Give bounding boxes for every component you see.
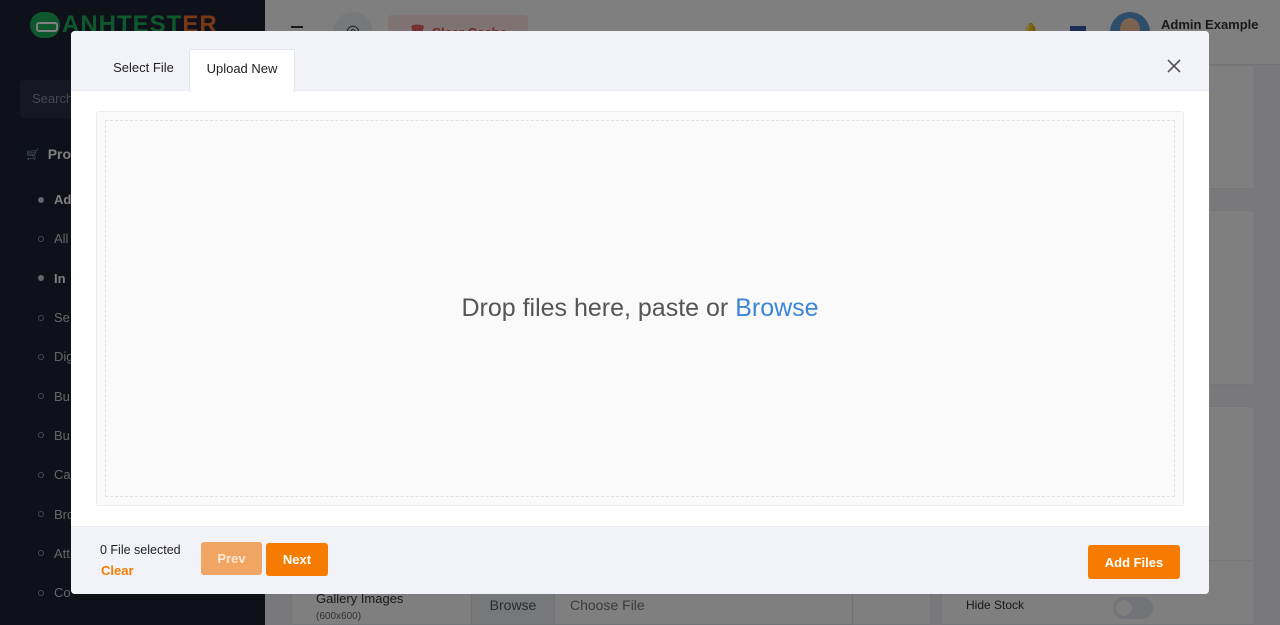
clear-link[interactable]: Clear [101, 563, 134, 578]
prev-button[interactable]: Prev [201, 542, 262, 575]
dropzone-area[interactable]: Drop files here, paste or Browse [105, 120, 1175, 497]
dropzone-text: Drop files here, paste or Browse [461, 294, 819, 322]
add-files-button[interactable]: Add Files [1088, 545, 1180, 579]
modal-footer: 0 File selected Clear Prev Next Add File… [71, 526, 1209, 594]
file-upload-modal: Select File Upload New Drop files here, … [71, 31, 1209, 594]
file-count: 0 File selected [100, 543, 181, 557]
tab-upload-new[interactable]: Upload New [189, 49, 295, 92]
modal-header: Select File Upload New [71, 31, 1209, 92]
close-icon[interactable] [1161, 53, 1187, 79]
tab-select-file[interactable]: Select File [101, 49, 186, 85]
next-button[interactable]: Next [266, 543, 328, 576]
dropzone[interactable]: Drop files here, paste or Browse [96, 111, 1184, 506]
browse-link[interactable]: Browse [735, 294, 818, 322]
